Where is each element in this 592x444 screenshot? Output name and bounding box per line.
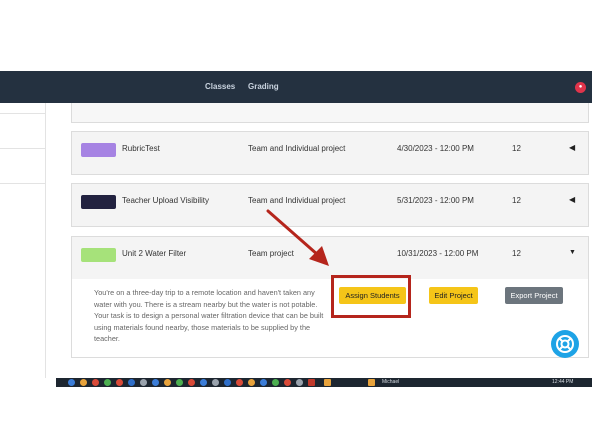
taskbar-window-label[interactable]: Michael [382,378,399,387]
lifebuoy-icon [556,335,574,353]
taskbar-app-icon[interactable] [236,379,243,386]
taskbar-app-icon[interactable] [104,379,111,386]
taskbar-app-icon[interactable] [224,379,231,386]
help-lifebuoy-button[interactable] [551,330,579,358]
taskbar-clock: 12:44 PM [552,379,574,385]
taskbar-app-icon[interactable] [308,379,315,386]
taskbar-window-icon[interactable] [368,379,375,386]
taskbar-app-icon[interactable] [116,379,123,386]
taskbar-app-icon[interactable] [324,379,331,386]
taskbar-app-icon[interactable] [176,379,183,386]
taskbar-app-icon[interactable] [188,379,195,386]
taskbar-app-icon[interactable] [140,379,147,386]
taskbar-app-icon[interactable] [92,379,99,386]
taskbar-app-icon[interactable] [260,379,267,386]
taskbar-app-icon[interactable] [200,379,207,386]
annotation-highlight-box [331,275,411,318]
taskbar-app-icon[interactable] [68,379,75,386]
taskbar-app-icon[interactable] [152,379,159,386]
taskbar-app-icon[interactable] [296,379,303,386]
taskbar-app-icon[interactable] [248,379,255,386]
os-taskbar: Michael 12:44 PM [56,378,592,387]
taskbar-app-icon[interactable] [212,379,219,386]
taskbar-app-icon[interactable] [284,379,291,386]
taskbar-app-icon[interactable] [164,379,171,386]
taskbar-app-icon[interactable] [128,379,135,386]
taskbar-app-icon[interactable] [80,379,87,386]
taskbar-app-icon[interactable] [272,379,279,386]
